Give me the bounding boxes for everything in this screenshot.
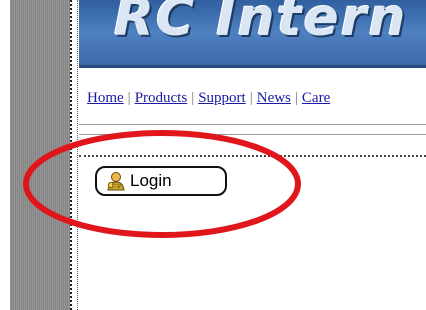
left-margin xyxy=(0,0,10,310)
nav-separator: | xyxy=(249,90,253,106)
site-banner: RC Intern xyxy=(79,0,426,68)
banner-title: RC Intern xyxy=(114,0,408,48)
divider xyxy=(79,124,426,125)
nav-separator: | xyxy=(191,90,195,106)
nav-link-products[interactable]: Products xyxy=(135,90,188,106)
nav-separator: | xyxy=(127,90,131,106)
nav-bar: Home | Products | Support | News | Care xyxy=(87,90,426,107)
nav-link-support[interactable]: Support xyxy=(198,90,246,106)
nav-link-news[interactable]: News xyxy=(257,90,291,106)
nav-link-home[interactable]: Home xyxy=(87,90,124,106)
nav-link-careers[interactable]: Care xyxy=(302,90,330,106)
highlight-annotation-ellipse xyxy=(23,130,301,238)
nav-separator: | xyxy=(294,90,298,106)
